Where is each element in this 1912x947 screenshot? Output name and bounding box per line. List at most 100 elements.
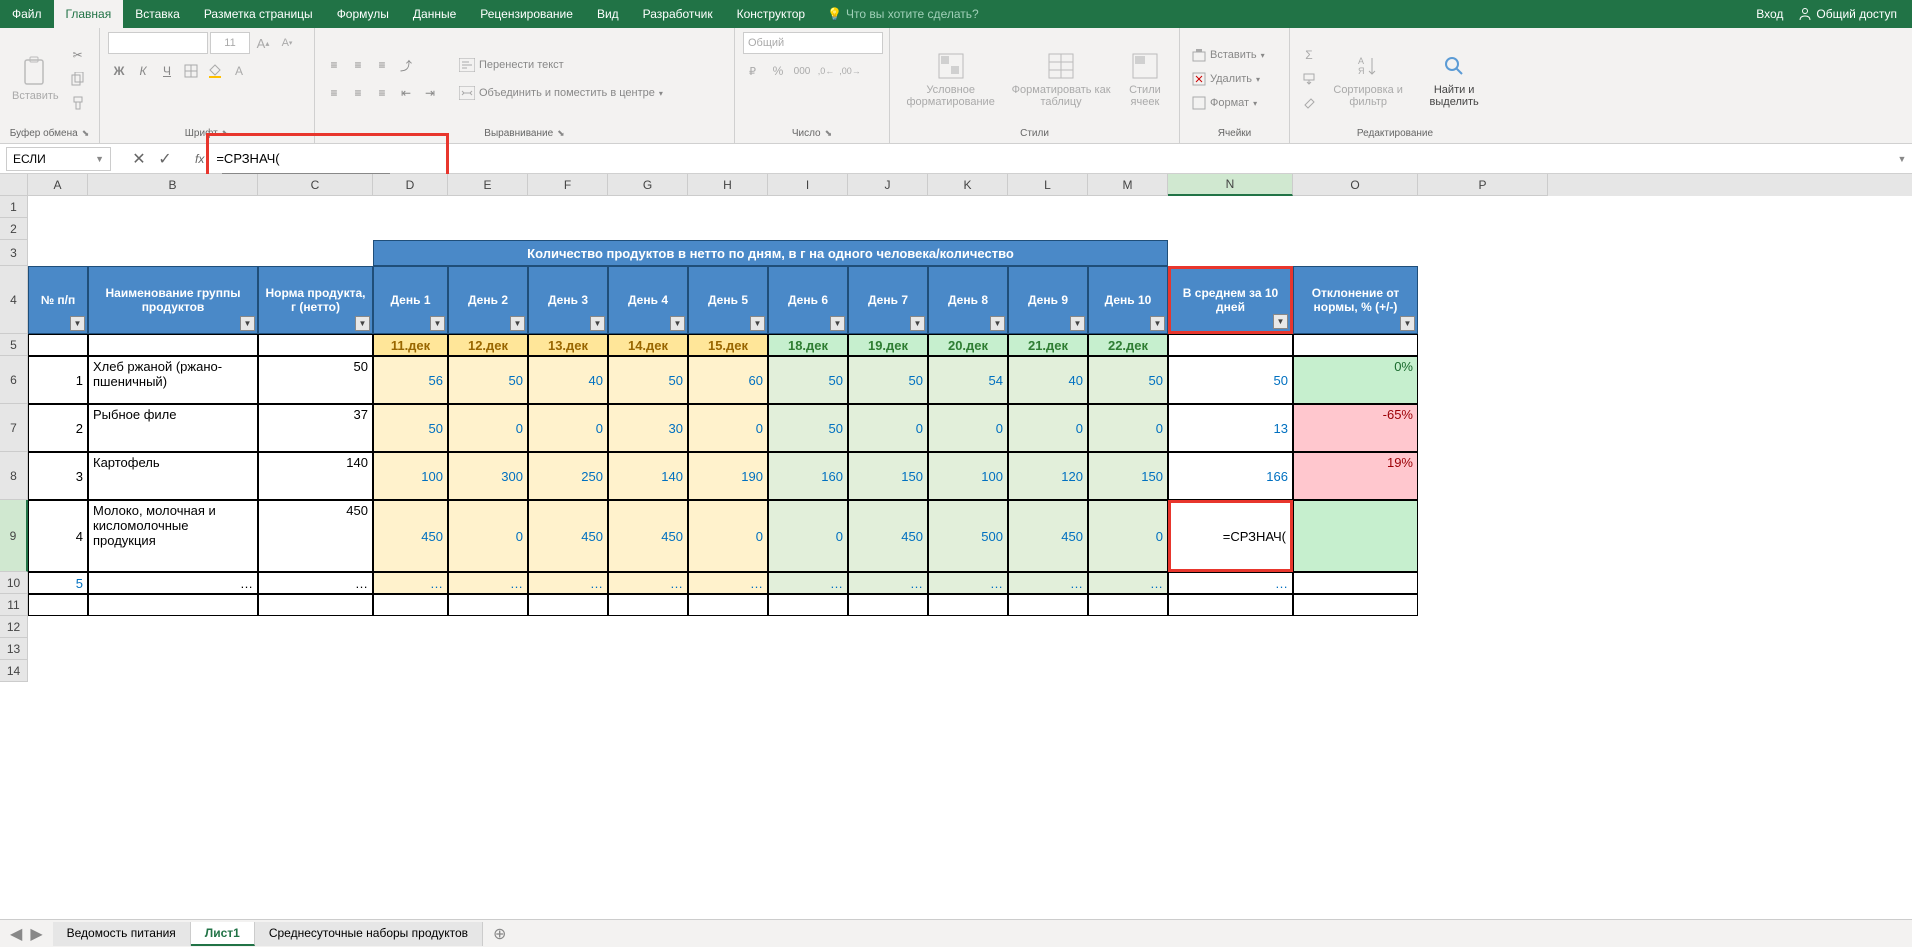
row4-val8[interactable]: 450 [1008, 500, 1088, 572]
cell-b11[interactable] [88, 594, 258, 616]
percent-button[interactable]: % [767, 60, 789, 82]
row-header-9[interactable]: 9 [0, 500, 28, 572]
header-day-3[interactable]: День 3▼ [528, 266, 608, 334]
filter-arrow-icon[interactable]: ▼ [70, 316, 85, 331]
column-header-H[interactable]: H [688, 174, 768, 196]
column-header-P[interactable]: P [1418, 174, 1548, 196]
cell-8-11[interactable] [768, 594, 848, 616]
fill-color-button[interactable] [204, 60, 226, 82]
add-sheet-button[interactable]: ⊕ [483, 924, 516, 944]
column-header-M[interactable]: M [1088, 174, 1168, 196]
header-day-2[interactable]: День 2▼ [448, 266, 528, 334]
cell-b5[interactable] [88, 334, 258, 356]
filter-arrow-icon[interactable]: ▼ [830, 316, 845, 331]
column-header-D[interactable]: D [373, 174, 448, 196]
cell-a11[interactable] [28, 594, 88, 616]
row1-dev[interactable]: 0% [1293, 356, 1418, 404]
row1-val2[interactable]: 40 [528, 356, 608, 404]
row-header-3[interactable]: 3 [0, 240, 28, 266]
login-link[interactable]: Вход [1756, 7, 1783, 21]
header-day-7[interactable]: День 7▼ [848, 266, 928, 334]
row5-val6[interactable]: … [848, 572, 928, 594]
fx-label[interactable]: fx [187, 152, 212, 166]
column-header-E[interactable]: E [448, 174, 528, 196]
row1-val9[interactable]: 50 [1088, 356, 1168, 404]
cell-o11[interactable] [1293, 594, 1418, 616]
row3-val5[interactable]: 160 [768, 452, 848, 500]
row3-num[interactable]: 3 [28, 452, 88, 500]
row-header-4[interactable]: 4 [0, 266, 28, 334]
filter-arrow-icon[interactable]: ▼ [510, 316, 525, 331]
header-day-5[interactable]: День 5▼ [688, 266, 768, 334]
row2-val4[interactable]: 0 [688, 404, 768, 452]
clear-button[interactable] [1298, 92, 1320, 114]
autosum-button[interactable]: Σ [1298, 44, 1320, 66]
row3-val3[interactable]: 140 [608, 452, 688, 500]
copy-button[interactable] [67, 68, 89, 90]
row1-val8[interactable]: 40 [1008, 356, 1088, 404]
cell-c5[interactable] [258, 334, 373, 356]
filter-arrow-icon[interactable]: ▼ [1150, 316, 1165, 331]
cell-9-11[interactable] [848, 594, 928, 616]
expand-formula-bar-button[interactable]: ▼ [1892, 154, 1912, 164]
alignment-dialog-launcher[interactable]: ⬊ [557, 128, 565, 139]
orientation-button[interactable]: ⤴ [395, 54, 417, 76]
row-header-14[interactable]: 14 [0, 660, 28, 682]
name-box[interactable]: ЕСЛИ ▼ [6, 147, 111, 171]
column-header-C[interactable]: C [258, 174, 373, 196]
row2-dev[interactable]: -65% [1293, 404, 1418, 452]
filter-arrow-icon[interactable]: ▼ [430, 316, 445, 331]
thousands-button[interactable]: 000 [791, 60, 813, 82]
header-avg[interactable]: В среднем за 10 дней▼ [1168, 266, 1293, 334]
row4-dev[interactable] [1293, 500, 1418, 572]
row-header-11[interactable]: 11 [0, 594, 28, 616]
cell-n5[interactable] [1168, 334, 1293, 356]
wrap-text-button[interactable]: Перенести текст [455, 54, 667, 76]
menu-tab-insert[interactable]: Вставка [123, 0, 192, 28]
cell-n11[interactable] [1168, 594, 1293, 616]
formula-input[interactable] [212, 147, 1892, 171]
align-center-button[interactable]: ≡ [347, 82, 369, 104]
row2-name[interactable]: Рыбное филе [88, 404, 258, 452]
row1-val5[interactable]: 50 [768, 356, 848, 404]
delete-cells-button[interactable]: Удалить▾ [1188, 68, 1269, 90]
row1-val1[interactable]: 50 [448, 356, 528, 404]
header-num[interactable]: № п/п▼ [28, 266, 88, 334]
row4-val1[interactable]: 0 [448, 500, 528, 572]
date-3[interactable]: 14.дек [608, 334, 688, 356]
number-format-select[interactable] [743, 32, 883, 54]
header-name[interactable]: Наименование группы продуктов▼ [88, 266, 258, 334]
header-norm[interactable]: Норма продукта, г (нетто)▼ [258, 266, 373, 334]
cell-10-11[interactable] [928, 594, 1008, 616]
row-header-13[interactable]: 13 [0, 638, 28, 660]
row2-num[interactable]: 2 [28, 404, 88, 452]
row5-val2[interactable]: … [528, 572, 608, 594]
cell-o5[interactable] [1293, 334, 1418, 356]
row4-val9[interactable]: 0 [1088, 500, 1168, 572]
row4-val7[interactable]: 500 [928, 500, 1008, 572]
borders-button[interactable] [180, 60, 202, 82]
cell-3-11[interactable] [373, 594, 448, 616]
row3-val0[interactable]: 100 [373, 452, 448, 500]
share-button[interactable]: Общий доступ [1798, 7, 1897, 21]
row5-val3[interactable]: … [608, 572, 688, 594]
row2-val6[interactable]: 0 [848, 404, 928, 452]
menu-tab-home[interactable]: Главная [54, 0, 124, 28]
editing-cell[interactable]: =СРЗНАЧ( [1168, 500, 1293, 572]
font-color-button[interactable]: A [228, 60, 250, 82]
row2-val0[interactable]: 50 [373, 404, 448, 452]
table-merged-header[interactable]: Количество продуктов в нетто по дням, в … [373, 240, 1168, 266]
italic-button[interactable]: К [132, 60, 154, 82]
row-header-10[interactable]: 10 [0, 572, 28, 594]
row-header-6[interactable]: 6 [0, 356, 28, 404]
align-top-button[interactable]: ≡ [323, 54, 345, 76]
date-0[interactable]: 11.дек [373, 334, 448, 356]
row3-val6[interactable]: 150 [848, 452, 928, 500]
row4-val3[interactable]: 450 [608, 500, 688, 572]
row5-val4[interactable]: … [688, 572, 768, 594]
enter-formula-button[interactable]: ✓ [153, 147, 177, 171]
row1-val6[interactable]: 50 [848, 356, 928, 404]
decrease-decimal-button[interactable]: ,00→ [839, 60, 861, 82]
align-bottom-button[interactable]: ≡ [371, 54, 393, 76]
row5-val9[interactable]: … [1088, 572, 1168, 594]
